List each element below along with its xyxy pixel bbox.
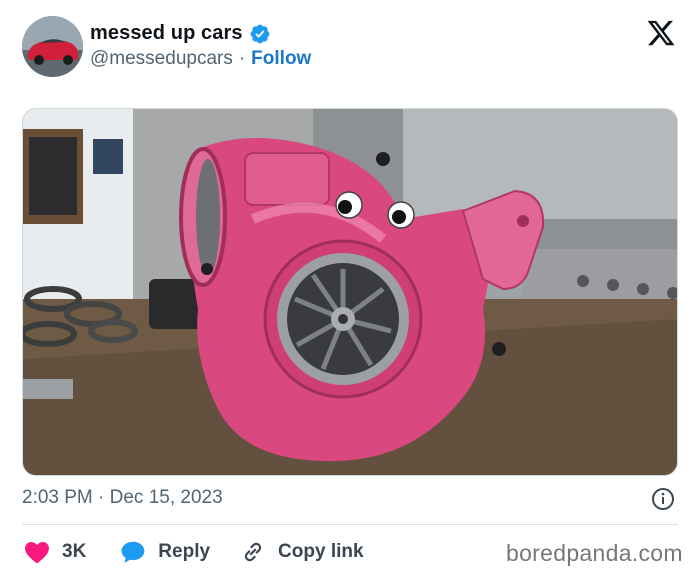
tweet-card: messed up cars @messedupcars · Follow 2:… bbox=[0, 0, 700, 578]
avatar-car-image bbox=[22, 16, 83, 77]
reply-bubble-icon bbox=[121, 541, 145, 563]
author-handle[interactable]: @messedupcars bbox=[90, 48, 233, 70]
copy-link-button[interactable]: Copy link bbox=[240, 539, 364, 565]
reply-label: Reply bbox=[158, 541, 211, 562]
follow-button[interactable]: Follow bbox=[251, 48, 311, 70]
author-name-row: messed up cars bbox=[90, 22, 271, 45]
post-media-image[interactable] bbox=[22, 108, 678, 476]
post-timestamp[interactable]: 2:03 PM · Dec 15, 2023 bbox=[22, 487, 223, 509]
heart-icon bbox=[25, 542, 49, 564]
copy-link-label: Copy link bbox=[278, 541, 364, 562]
divider bbox=[22, 524, 678, 525]
like-button[interactable]: 3K bbox=[24, 540, 86, 564]
like-count: 3K bbox=[62, 541, 87, 562]
author-handle-row: @messedupcars · Follow bbox=[90, 48, 311, 70]
info-icon[interactable] bbox=[651, 487, 675, 511]
verified-badge-icon bbox=[250, 24, 269, 43]
action-bar: 3K Reply Copy link bbox=[24, 538, 364, 566]
boredpanda-watermark: boredpanda.com bbox=[506, 540, 683, 566]
turbocharger-photo bbox=[23, 109, 677, 475]
separator-dot: · bbox=[238, 48, 246, 69]
x-logo-icon[interactable] bbox=[646, 18, 676, 48]
avatar[interactable] bbox=[22, 16, 83, 77]
link-icon bbox=[244, 542, 262, 562]
reply-button[interactable]: Reply bbox=[120, 540, 210, 564]
author-display-name[interactable]: messed up cars bbox=[90, 22, 243, 45]
